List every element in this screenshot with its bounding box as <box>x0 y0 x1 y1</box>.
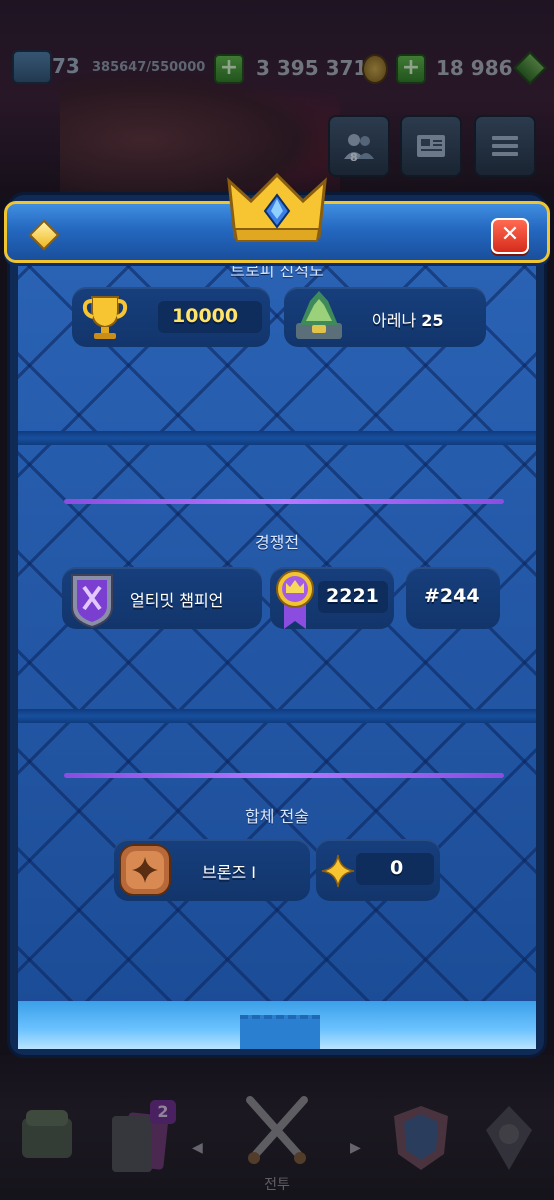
merge-league-name: 브론즈 I <box>202 863 256 882</box>
merge-tactics-section: 합체 전술 브론즈 I 0 <box>18 723 536 993</box>
ranked-league-name: 얼티밋 챔피언 <box>130 591 224 610</box>
events-icon <box>486 1106 532 1170</box>
nav-right-arrow-icon: ▶ <box>350 1140 361 1156</box>
trophy-count: 10000 <box>172 305 239 327</box>
battle-tab-label: 전투 <box>264 1177 290 1193</box>
section-divider <box>18 431 536 445</box>
ranked-accent-line <box>64 499 504 504</box>
merge-stars-box: 0 <box>316 839 440 901</box>
gold-coin-icon <box>362 54 388 84</box>
header-gem-icon <box>28 219 60 251</box>
nav-events[interactable] <box>474 1100 544 1180</box>
nav-battle[interactable] <box>242 1092 312 1172</box>
shop-chest-icon <box>22 1110 72 1158</box>
close-button[interactable]: ✕ <box>491 218 529 254</box>
cards-notification-badge: 2 <box>150 1100 176 1124</box>
arena-label: 아레나 25 <box>372 307 444 331</box>
ranked-section: 경쟁전 얼티밋 챔피언 2221 #244 <box>18 445 536 709</box>
star-sparkle-icon <box>321 854 355 888</box>
trophy-count-box: 10000 <box>72 287 270 347</box>
ranked-rating: 2221 <box>326 585 379 607</box>
add-gems-button[interactable]: + <box>396 54 426 84</box>
nav-clan[interactable] <box>386 1100 456 1180</box>
trophy-section-title: 트로피 진척도 <box>230 263 324 280</box>
gem-amount: 18 986 <box>436 56 513 80</box>
nav-left-arrow-icon: ◀ <box>192 1140 203 1156</box>
crown-icon <box>227 172 327 242</box>
friends-button[interactable]: 8 <box>328 115 390 177</box>
background-scene <box>0 0 554 210</box>
merge-stars-count: 0 <box>390 857 404 879</box>
xp-progress-text: 385647/550000 <box>92 60 206 75</box>
arena-box: 아레나 25 <box>284 287 486 347</box>
crossed-swords-icon <box>246 1096 308 1164</box>
merge-league-box: 브론즈 I <box>114 839 310 901</box>
ranked-position: #244 <box>424 585 480 607</box>
arena-label-text: 아레나 <box>372 311 417 330</box>
hamburger-menu-icon <box>476 117 534 175</box>
bronze-league-icon <box>119 844 171 896</box>
add-gold-button[interactable]: + <box>214 54 244 84</box>
arena-icon <box>296 291 342 339</box>
news-button[interactable] <box>400 115 462 177</box>
ranked-position-box: #244 <box>406 567 500 629</box>
progress-modal: 트로피 진척도 10000 아레나 25 경쟁전 얼티밋 챔피언 2221 #2… <box>4 172 550 1055</box>
friends-icon <box>330 117 388 175</box>
player-level: 73 <box>52 54 80 78</box>
merge-section-title: 합체 전술 <box>245 807 309 826</box>
trophy-icon <box>82 296 128 339</box>
modal-footer-strip <box>18 1001 536 1049</box>
newspaper-icon <box>402 117 460 175</box>
gem-icon <box>513 51 547 85</box>
ranked-rating-box: 2221 <box>270 567 394 629</box>
ultimate-champion-badge-icon <box>71 574 113 629</box>
modal-content[interactable]: 트로피 진척도 10000 아레나 25 경쟁전 얼티밋 챔피언 2221 #2… <box>18 263 536 1049</box>
ranked-league-box: 얼티밋 챔피언 <box>62 567 262 629</box>
level-badge-icon[interactable] <box>12 50 52 84</box>
main-menu-button[interactable] <box>474 115 536 177</box>
merge-accent-line <box>64 773 504 778</box>
top-resource-bar: 73 385647/550000 + 3 395 371 + 18 986 <box>0 42 554 94</box>
gold-amount: 3 395 371 <box>256 56 368 80</box>
section-divider <box>18 709 536 723</box>
arena-number: 25 <box>421 311 444 330</box>
friends-count: 8 <box>350 151 358 164</box>
rating-medal-icon <box>276 570 314 629</box>
castle-decoration <box>240 1015 320 1049</box>
ranked-section-title: 경쟁전 <box>254 533 300 552</box>
nav-shop[interactable] <box>12 1100 82 1180</box>
clan-shield-icon <box>394 1106 448 1170</box>
